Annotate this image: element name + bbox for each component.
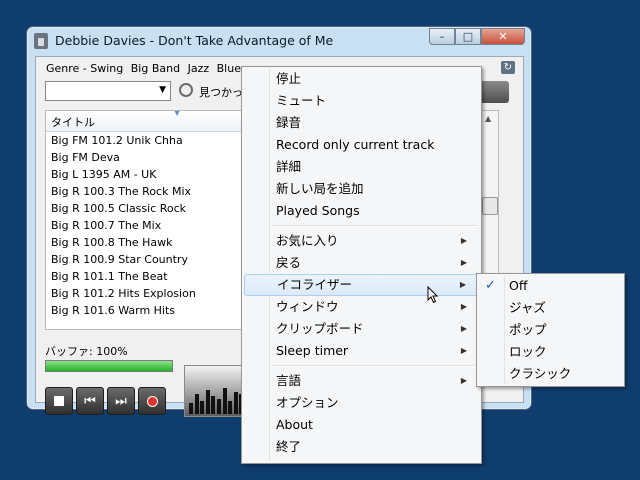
menu-item[interactable]: オプション [244,392,479,414]
menu-item-label: 終了 [276,439,302,454]
previous-icon: ⏮ [84,393,96,409]
minimize-button[interactable]: – [429,28,455,45]
menu-item-label: クリップボード [276,321,364,336]
equalizer-bar [228,401,233,414]
menu-separator [272,225,477,227]
window-controls: – □ ✕ [429,28,525,46]
submenu-arrow-icon: ▶ [459,280,466,289]
menu-item[interactable]: 録音 [244,112,479,134]
next-button[interactable]: ⏭ [107,387,135,415]
equalizer-bar [217,399,221,414]
menu-item-label: Record only current track [276,137,435,152]
menu-item-label: Sleep timer [276,343,349,358]
close-button[interactable]: ✕ [481,28,525,45]
equalizer-option[interactable]: ジャズ [479,297,622,319]
buffer-fill [46,361,172,371]
window-title: Debbie Davies - Don't Take Advantage of … [55,33,334,48]
search-icon[interactable] [179,83,193,97]
menu-item[interactable]: Played Songs [244,200,479,222]
menu-item[interactable]: Sleep timer ▶ [244,340,479,362]
genre-big-band[interactable]: Big Band [131,62,180,75]
title-bar[interactable]: Debbie Davies - Don't Take Advantage of … [27,27,531,55]
menu-item-label: 録音 [276,115,302,130]
submenu-arrow-icon: ▶ [460,258,467,267]
equalizer-option[interactable]: ロック [479,341,622,363]
scroll-up-icon[interactable]: ▲ [485,114,491,123]
genre-bar: Genre - Swing Big Band Jazz Blues [46,62,251,75]
menu-item-label: About [276,417,313,432]
sort-arrow-icon: ▼ [174,110,181,117]
equalizer-display [184,365,246,417]
menu-item[interactable]: 詳細 [244,156,479,178]
submenu-arrow-icon: ▶ [460,236,467,245]
record-icon [146,395,158,407]
equalizer-bar [233,392,238,414]
submenu-arrow-icon: ▶ [460,302,467,311]
menu-item-label: オプション [276,395,339,410]
menu-item-label: 戻る [276,255,302,270]
check-icon: ✓ [485,278,496,293]
menu-item[interactable]: About [244,414,479,436]
mouse-cursor-icon [427,286,439,304]
equalizer-bar [200,401,205,414]
next-icon: ⏭ [115,393,127,409]
menu-item[interactable]: Record only current track [244,134,479,156]
chevron-down-icon: ▼ [159,85,166,95]
speaker-icon [34,33,48,49]
submenu-arrow-icon: ▶ [460,376,467,385]
equalizer-option-label: ジャズ [509,300,546,315]
menu-item[interactable]: 新しい局を追加 [244,178,479,200]
menu-item[interactable]: ウィンドウ ▶ [244,296,479,318]
menu-item-label: ミュート [276,93,327,108]
genre-label[interactable]: Genre - Swing [46,62,123,75]
stop-icon [54,396,64,406]
transport-controls: ⏮ ⏭ [45,387,166,415]
menu-item[interactable]: 戻る ▶ [244,252,479,274]
genre-jazz[interactable]: Jazz [188,62,210,75]
menu-item-label: ウィンドウ [276,299,339,314]
submenu-arrow-icon: ▶ [460,324,467,333]
context-menu: 停止ミュート録音 Record only current track 詳細新しい局を… [241,66,482,464]
menu-separator [272,365,477,367]
scrollbar-thumb[interactable] [482,197,498,215]
equalizer-option-label: Off [509,278,528,293]
record-button[interactable] [138,387,166,415]
menu-item[interactable]: 停止 [244,68,479,90]
refresh-icon[interactable]: ↻ [501,61,515,74]
menu-item-label: イコライザー [277,277,353,292]
equalizer-option[interactable]: ポップ [479,319,622,341]
equalizer-option-label: ポップ [509,322,547,337]
equalizer-bar [222,388,227,414]
menu-item[interactable]: イコライザー ▶ [244,274,479,296]
submenu-arrow-icon: ▶ [460,346,467,355]
equalizer-bar [194,394,199,414]
menu-item-label: お気に入り [276,233,339,248]
equalizer-option-label: クラシック [509,366,572,381]
maximize-button[interactable]: □ [455,28,481,45]
buffer-progress [45,360,173,372]
previous-button[interactable]: ⏮ [76,387,104,415]
menu-item[interactable]: 終了 [244,436,479,458]
column-title[interactable]: タイトル [51,114,95,130]
menu-item[interactable]: 言語 ▶ [244,370,479,392]
menu-item-label: 言語 [276,373,302,388]
equalizer-option[interactable]: クラシック [479,363,622,385]
filter-combo[interactable]: ▼ [45,81,171,101]
menu-item-label: 新しい局を追加 [276,181,364,196]
equalizer-option-label: ロック [509,344,547,359]
equalizer-option[interactable]: ✓ Off [479,275,622,297]
stop-button[interactable] [45,387,73,415]
menu-item-label: 詳細 [276,159,302,174]
menu-item[interactable]: お気に入り ▶ [244,230,479,252]
equalizer-bar [211,396,216,414]
equalizer-bar [189,403,193,414]
menu-item[interactable]: クリップボード ▶ [244,318,479,340]
buffer-label: バッファ: 100% [45,345,128,358]
equalizer-submenu: ✓ Off ジャズポップロッククラシック [476,273,625,387]
menu-item-label: 停止 [276,71,302,86]
menu-item[interactable]: ミュート [244,90,479,112]
menu-item-label: Played Songs [276,203,360,218]
equalizer-bar [205,390,210,414]
